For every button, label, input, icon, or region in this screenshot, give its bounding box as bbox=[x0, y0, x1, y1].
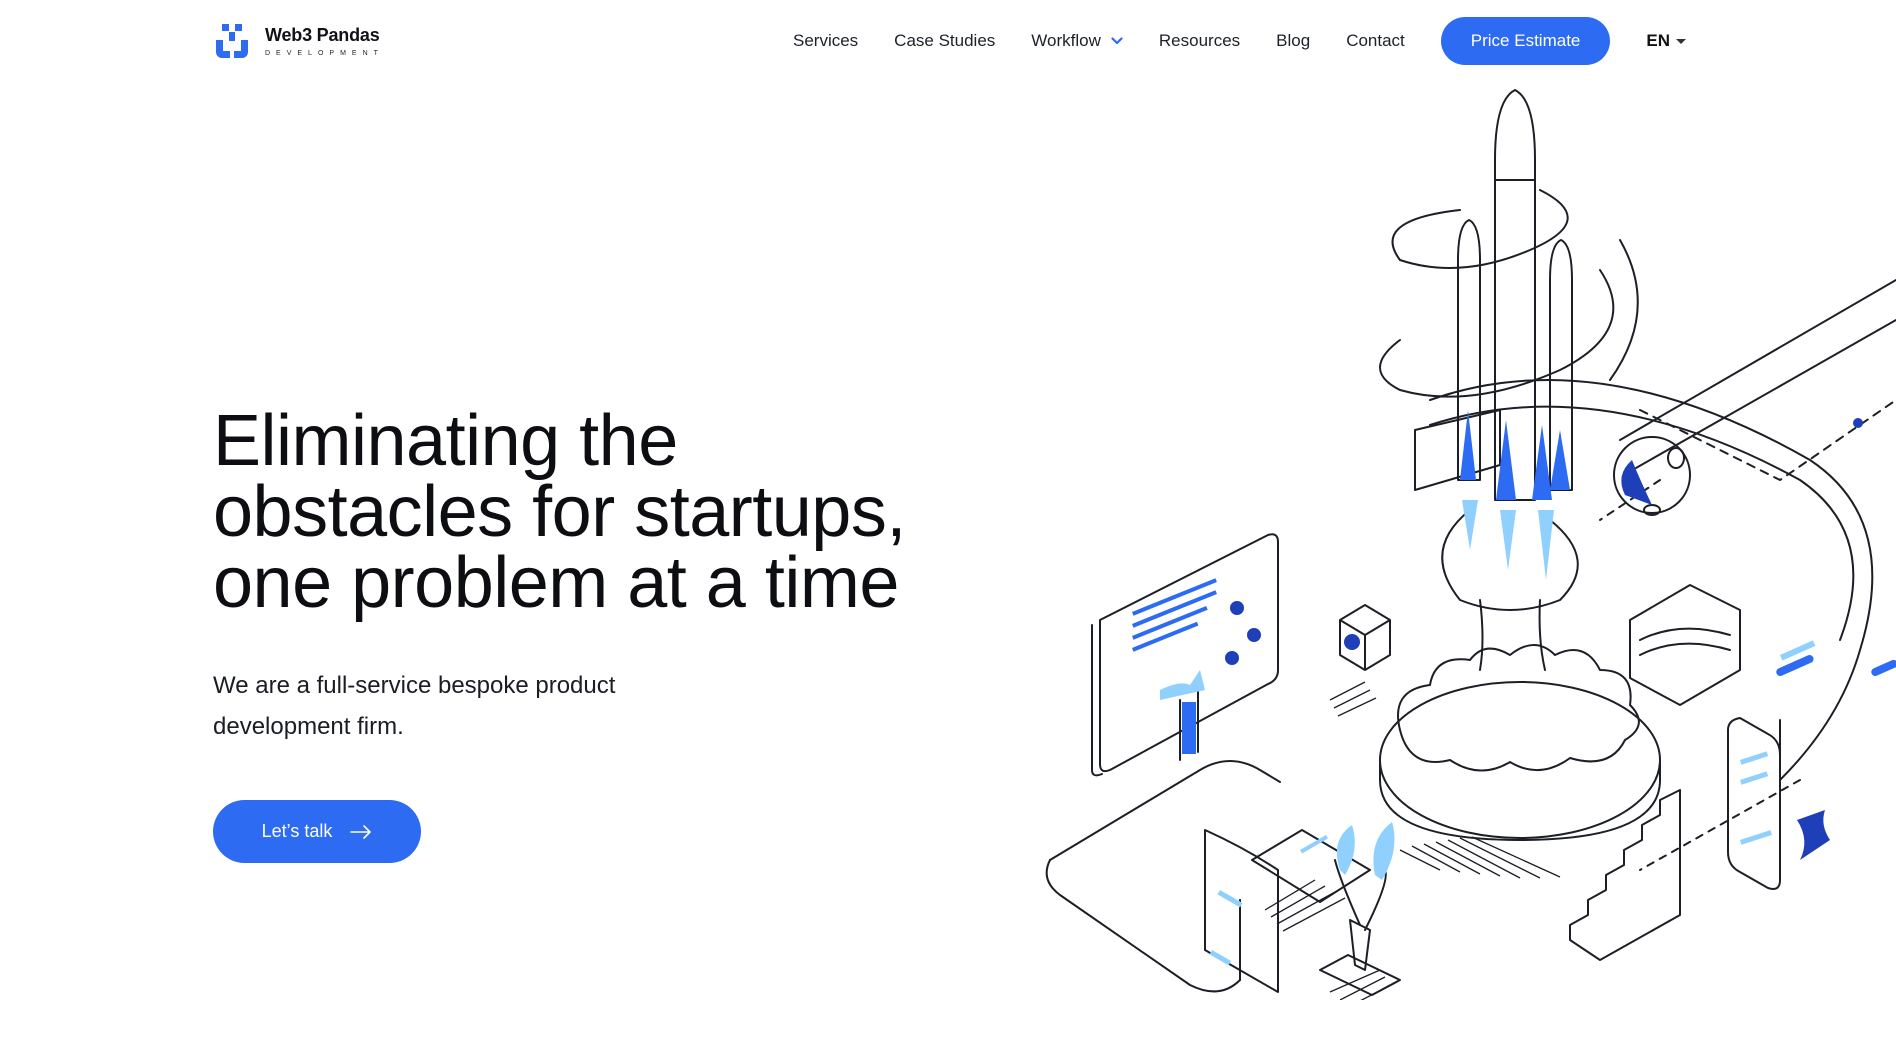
hero-subtitle-line: development firm. bbox=[213, 713, 404, 740]
hero-subtitle-line: We are a full-service bespoke product bbox=[213, 672, 616, 699]
pandas-logo-icon bbox=[216, 24, 248, 58]
nav-workflow[interactable]: Workflow bbox=[1031, 31, 1123, 51]
brand-logo[interactable]: Web3 Pandas DEVELOPMENT bbox=[213, 22, 384, 60]
arena-wall bbox=[1429, 379, 1874, 781]
floor-panel bbox=[1204, 829, 1279, 993]
speaker-block bbox=[1629, 584, 1741, 706]
walkway-rail bbox=[1619, 279, 1896, 441]
board-support bbox=[1182, 702, 1196, 754]
site-header: Web3 Pandas DEVELOPMENT Services Case St… bbox=[0, 0, 1896, 80]
language-selector[interactable]: EN bbox=[1646, 31, 1686, 51]
hero-subtitle: We are a full-service bespoke product de… bbox=[213, 665, 673, 747]
platform-floor bbox=[1049, 760, 1281, 861]
tablet-device bbox=[1727, 717, 1781, 890]
plant-leaves bbox=[1336, 822, 1395, 880]
caret-down-icon bbox=[1676, 38, 1686, 44]
smoke-cloud bbox=[1397, 644, 1640, 772]
hero-title-line: Eliminating the bbox=[213, 401, 678, 481]
brand-name: Web3 Pandas bbox=[265, 24, 380, 45]
hero-title-line: obstacles for startups, bbox=[213, 472, 906, 552]
lets-talk-label: Let’s talk bbox=[261, 821, 333, 841]
chevron-down-icon bbox=[1111, 37, 1123, 45]
plant-pot bbox=[1319, 919, 1401, 996]
language-label: EN bbox=[1646, 31, 1670, 50]
price-estimate-button[interactable]: Price Estimate bbox=[1440, 17, 1611, 65]
nav-contact[interactable]: Contact bbox=[1346, 31, 1405, 51]
nav-resources[interactable]: Resources bbox=[1159, 31, 1240, 51]
hero-title: Eliminating the obstacles for startups, … bbox=[213, 405, 973, 619]
nav-services[interactable]: Services bbox=[793, 31, 858, 51]
lets-talk-button[interactable]: Let’s talk bbox=[213, 800, 421, 863]
cube-dot bbox=[1344, 634, 1360, 650]
arrow-right-icon bbox=[350, 824, 372, 839]
hero-title-line: one problem at a time bbox=[213, 543, 899, 623]
nav-blog[interactable]: Blog bbox=[1276, 31, 1310, 51]
brand-tagline: DEVELOPMENT bbox=[265, 49, 384, 57]
stairs-icon bbox=[1569, 789, 1681, 961]
rocket-launch-illustration bbox=[1045, 89, 1896, 1000]
nav-workflow-label: Workflow bbox=[1031, 31, 1101, 50]
nav-case-studies[interactable]: Case Studies bbox=[894, 31, 995, 51]
main-nav: Services Case Studies Workflow Resources… bbox=[793, 17, 1686, 65]
rocket-flame bbox=[1460, 410, 1570, 500]
